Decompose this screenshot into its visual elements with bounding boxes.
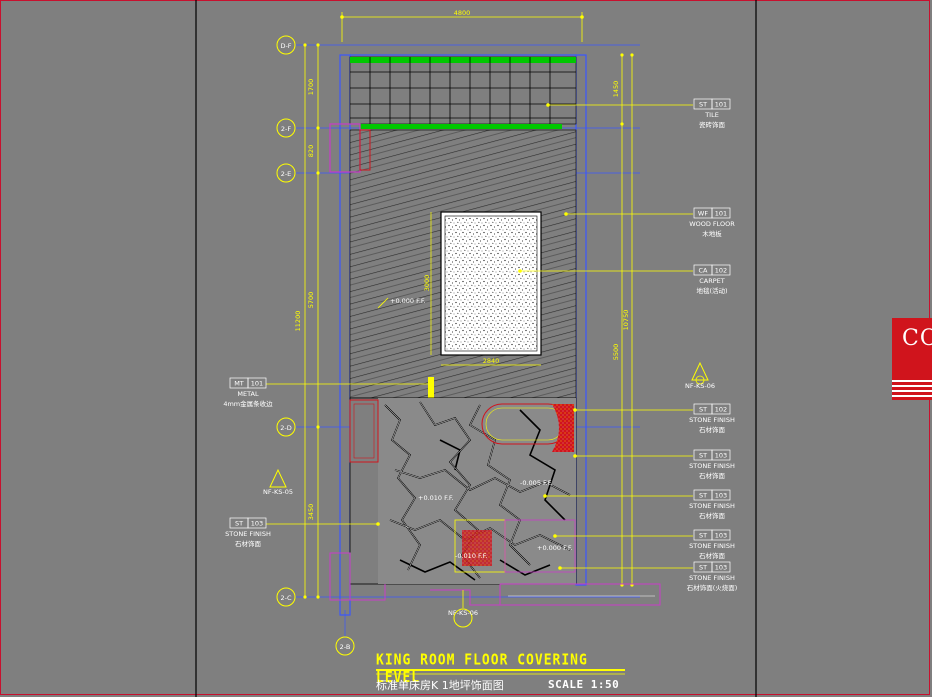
grid-bubble-2-d: 2-D <box>276 417 296 437</box>
right-dimension-chain: 1450 5500 10750 <box>612 53 634 587</box>
svg-text:2-D: 2-D <box>280 424 292 432</box>
tag-code: MT <box>234 380 244 388</box>
tag-number: 101 <box>715 101 727 109</box>
brand-logo: CO <box>892 318 932 400</box>
tag-name-cn: 石材饰面 <box>235 539 262 548</box>
material-tag-right-1[interactable]: WF 101 WOOD FLOOR木地板 <box>689 207 735 238</box>
bathroom-stone-zone[interactable]: +0.010 F.F. -0.005 F.F. -0.010 F.F. +0.0… <box>329 397 661 606</box>
tag-code: ST <box>699 406 707 414</box>
tag-name-cn: 地毯(活动) <box>696 286 727 295</box>
svg-text:2-B: 2-B <box>340 643 351 651</box>
svg-text:NF-KS-06: NF-KS-06 <box>448 609 478 617</box>
svg-text:-0.005 F.F.: -0.005 F.F. <box>520 479 553 487</box>
tag-name-cn: 瓷砖饰面 <box>699 120 726 129</box>
tag-number: 103 <box>715 492 727 500</box>
grid-bubbles: D-F 2-F 2-E 2-D 2-C 2-B <box>276 35 355 656</box>
tag-number: 101 <box>251 380 263 388</box>
left-dimension-chain: 1700 820 5700 3450 11200 <box>294 43 320 599</box>
material-tag-right-2[interactable]: CA 102 CARPET地毯(活动) <box>693 264 731 295</box>
tag-number: 103 <box>715 532 727 540</box>
tag-name-cn: 石材饰面 <box>699 471 726 480</box>
svg-text:-0.010 F.F.: -0.010 F.F. <box>455 552 488 560</box>
material-tag-right-5[interactable]: ST 103 STONE FINISH石材饰面 <box>689 489 735 520</box>
grid-bubble-2-e: 2-E <box>276 163 296 183</box>
svg-text:+0.010 F.F.: +0.010 F.F. <box>418 494 454 502</box>
svg-text:3450: 3450 <box>307 504 315 521</box>
svg-text:5500: 5500 <box>612 344 620 361</box>
tag-name: STONE FINISH <box>689 462 735 470</box>
material-tag-right-6[interactable]: ST 103 STONE FINISH石材饰面 <box>689 529 735 560</box>
grid-bubble-d-f: D-F <box>276 35 296 55</box>
tag-number: 102 <box>715 406 727 414</box>
top-dimension: 4800 <box>340 9 584 42</box>
material-tag-left-0[interactable]: MT 101 METAL4mm金属条收边 <box>223 377 273 408</box>
tag-code: ST <box>699 452 707 460</box>
svg-text:NF-KS-06: NF-KS-06 <box>685 382 715 390</box>
rug-width-label: 2840 <box>483 357 500 365</box>
svg-text:NF-KS-05: NF-KS-05 <box>263 488 293 496</box>
svg-text:1450: 1450 <box>612 81 620 98</box>
grid-bubble-2-b: 2-B <box>335 610 355 656</box>
drawing-subtitle: 标准单床房K 1地坪饰面图 <box>376 679 504 692</box>
svg-text:+0.000 F.F.: +0.000 F.F. <box>537 544 573 552</box>
svg-text:2-C: 2-C <box>280 594 291 602</box>
tag-number: 102 <box>715 267 727 275</box>
tag-name-cn: 石材饰面 <box>699 425 726 434</box>
tag-name: TILE <box>704 111 719 119</box>
tag-code: ST <box>699 564 707 572</box>
material-tag-left-1[interactable]: ST 103 STONE FINISH石材饰面 <box>225 517 271 548</box>
tag-code: ST <box>235 520 243 528</box>
tag-number: 103 <box>715 452 727 460</box>
grid-bubble-2-c: 2-C <box>276 587 296 607</box>
tag-name: METAL <box>237 390 259 398</box>
svg-text:D-F: D-F <box>280 42 291 50</box>
section-marker-right[interactable]: NF-KS-06 <box>685 361 715 390</box>
tile-zone[interactable] <box>349 56 577 129</box>
floor-plan-drawing[interactable]: 4800 D-F 2-F 2-E 2-D 2-C 2-B 1700 820 57… <box>0 0 932 697</box>
svg-text:10750: 10750 <box>622 310 630 331</box>
material-tag-right-0[interactable]: ST 101 TILE瓷砖饰面 <box>693 98 731 129</box>
material-tag-right-4[interactable]: ST 103 STONE FINISH石材饰面 <box>689 449 735 480</box>
tag-number: 103 <box>715 564 727 572</box>
drawing-scale: SCALE 1:50 <box>548 678 620 691</box>
tag-name-cn: 石材饰面 <box>699 511 726 520</box>
tag-code: WF <box>698 210 708 218</box>
material-tag-right-3[interactable]: ST 102 STONE FINISH石材饰面 <box>689 403 735 434</box>
tag-name: WOOD FLOOR <box>689 220 735 228</box>
tag-name-cn: 4mm金属条收边 <box>223 399 273 408</box>
tag-name-cn: 石材饰面(火烧面) <box>687 583 738 592</box>
tag-name: STONE FINISH <box>689 502 735 510</box>
svg-text:820: 820 <box>307 145 315 157</box>
tag-name: STONE FINISH <box>225 530 271 538</box>
carpet-rug[interactable]: 2840 3000 <box>423 211 542 366</box>
tag-code: ST <box>699 492 707 500</box>
rug-height-label: 3000 <box>423 275 431 292</box>
svg-text:2-E: 2-E <box>281 170 292 178</box>
svg-text:5700: 5700 <box>307 292 315 309</box>
grid-bubble-2-f: 2-F <box>276 118 296 138</box>
tag-name-cn: 石材饰面 <box>699 551 726 560</box>
svg-text:1700: 1700 <box>307 79 315 96</box>
tag-name: STONE FINISH <box>689 574 735 582</box>
top-dimension-label: 4800 <box>454 9 471 17</box>
tag-code: ST <box>699 101 707 109</box>
material-tag-right-7[interactable]: ST 103 STONE FINISH石材饰面(火烧面) <box>687 561 738 592</box>
svg-text:2-F: 2-F <box>281 125 291 133</box>
svg-text:11200: 11200 <box>294 311 302 332</box>
tag-name: STONE FINISH <box>689 416 735 424</box>
tag-name: STONE FINISH <box>689 542 735 550</box>
section-marker-left[interactable]: NF-KS-05 <box>263 468 293 496</box>
tag-name: CARPET <box>699 277 725 285</box>
section-marker-bottom[interactable]: NF-KS-06 <box>448 590 478 628</box>
tag-code: ST <box>699 532 707 540</box>
tag-code: CA <box>699 267 709 275</box>
tag-number: 103 <box>251 520 263 528</box>
tag-name-cn: 木地板 <box>702 229 722 238</box>
svg-text:+0.000 F.F.: +0.000 F.F. <box>390 297 426 305</box>
tag-number: 101 <box>715 210 727 218</box>
